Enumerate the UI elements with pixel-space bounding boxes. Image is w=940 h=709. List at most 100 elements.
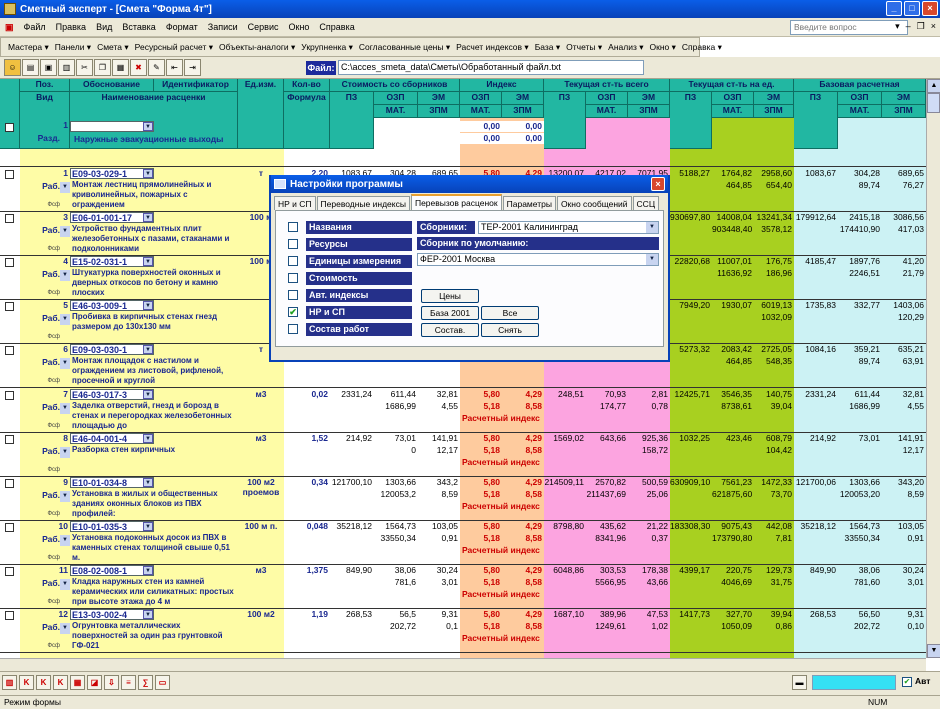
index-cell[interactable]: 5,80	[460, 477, 502, 488]
tab-recall[interactable]: Перевызов расценок	[410, 194, 502, 210]
menu2-analysis[interactable]: Анализ ▾	[605, 42, 646, 53]
rate-code[interactable]: Е09-03-030-1	[70, 344, 154, 355]
cost-cell[interactable]: 1686,99	[374, 401, 418, 412]
cost-cell[interactable]: 611,44	[838, 389, 882, 400]
cost-cell[interactable]: 1,02	[628, 621, 670, 632]
estimate-row[interactable]: 9 Раб. ▼ Фсф Е10-01-034-8 ▼ Установка в жилых …	[0, 476, 926, 521]
cost-cell[interactable]: 121700,06	[794, 477, 838, 488]
cost-cell[interactable]: 104,42	[754, 445, 794, 456]
index-cell[interactable]: 4,29	[502, 477, 544, 488]
estimate-row[interactable]: 8 Раб. ▼ Фсф Е46-04-001-4 ▼ Разборка стен кирп…	[0, 432, 926, 477]
cost-cell[interactable]: 214,92	[794, 433, 838, 444]
cost-cell[interactable]: 1569,02	[544, 433, 586, 444]
menu2-help[interactable]: Справка ▾	[679, 42, 725, 53]
graph-icon[interactable]: ◪	[87, 675, 102, 690]
cost-cell[interactable]: 202,72	[838, 621, 882, 632]
cost-cell[interactable]: 211437,69	[586, 489, 628, 500]
smile-icon[interactable]: ☺	[4, 59, 21, 76]
save-icon[interactable]: ▣	[40, 59, 57, 76]
cost-cell[interactable]: 141,91	[882, 433, 926, 444]
cost-cell[interactable]: 1032,25	[670, 433, 712, 444]
prices-button[interactable]: Цены	[421, 289, 479, 303]
file-path-field[interactable]: C:\acces_smeta_data\Сметы\Обработанный ф…	[338, 60, 644, 75]
composition-button[interactable]: Состав.	[421, 323, 479, 337]
cost-cell[interactable]: 1472,33	[754, 477, 794, 488]
cost-cell[interactable]: 4,55	[418, 401, 460, 412]
rate-code[interactable]: Е08-02-008-1	[70, 565, 154, 576]
index-cell[interactable]: 4,29	[502, 521, 544, 532]
cost-cell[interactable]: 4046,69	[712, 577, 754, 588]
rate-code[interactable]: Е46-03-017-3	[70, 389, 154, 400]
sborniki-select[interactable]: ТЕР-2001 Калининград ▼	[478, 221, 659, 234]
cost-cell[interactable]: 39,04	[754, 401, 794, 412]
chevron-down-icon[interactable]: ▼	[60, 535, 70, 546]
cost-cell[interactable]: 7561,23	[712, 477, 754, 488]
cost-cell[interactable]: 5188,27	[670, 168, 712, 179]
folder-icon[interactable]: ▭	[155, 675, 170, 690]
base-2001-button[interactable]: База 2001	[421, 306, 479, 320]
export-icon[interactable]: ▥	[58, 59, 75, 76]
cost-cell[interactable]: 32,81	[418, 389, 460, 400]
delete-icon[interactable]: ✖	[130, 59, 147, 76]
estimate-row[interactable]: 10 Раб. ▼ Фсф Е10-01-035-3 ▼ Установка подокон…	[0, 520, 926, 565]
download-icon[interactable]: ⇩	[104, 675, 119, 690]
cost-cell[interactable]: 2246,51	[838, 268, 882, 279]
index-cell[interactable]: 8,58	[502, 489, 544, 500]
cost-cell[interactable]: 304,28	[838, 168, 882, 179]
close-button[interactable]: ×	[922, 1, 938, 16]
cost-cell[interactable]: 500,59	[628, 477, 670, 488]
menu-file[interactable]: Файл	[19, 22, 51, 32]
row-select-checkbox[interactable]	[5, 258, 14, 267]
rate-code[interactable]: Е09-03-029-1	[70, 168, 154, 179]
cost-cell[interactable]: 332,77	[838, 300, 882, 311]
menu2-masters[interactable]: Мастера ▾	[5, 42, 52, 53]
horizontal-scrollbar[interactable]	[0, 658, 926, 671]
cost-cell[interactable]: 8341,96	[586, 533, 628, 544]
chevron-down-icon[interactable]: ▼	[60, 270, 70, 281]
cost-cell[interactable]: 38,06	[838, 565, 882, 576]
list-icon[interactable]: ▬	[792, 675, 807, 690]
estimate-row[interactable]: 11 Раб. ▼ Фсф Е08-02-008-1 ▼ Кладка наружных с…	[0, 564, 926, 609]
cost-cell[interactable]: 1303,66	[838, 477, 882, 488]
cost-cell[interactable]: 630909,10	[670, 477, 712, 488]
menu-window[interactable]: Окно	[284, 22, 315, 32]
cost-cell[interactable]: 14008,04	[712, 212, 754, 223]
tab-nr-sp[interactable]: НР и СП	[274, 196, 316, 210]
copy-icon[interactable]: ❐	[94, 59, 111, 76]
cost-cell[interactable]: 1564,73	[374, 521, 418, 532]
estimate-row[interactable]: 12 Раб. ▼ Фсф Е13-03-002-4 ▼ Огрунтовка металл…	[0, 608, 926, 653]
doc-minimize-icon[interactable]: ▾	[895, 21, 900, 32]
cost-cell[interactable]: 2415,18	[838, 212, 882, 223]
menu-insert[interactable]: Вставка	[117, 22, 160, 32]
cut-icon[interactable]: ✂	[76, 59, 93, 76]
section-index[interactable]: 0,00	[460, 121, 502, 132]
default-select[interactable]: ФЕР-2001 Москва ▼	[417, 253, 659, 266]
cost-cell[interactable]: 33550,34	[374, 533, 418, 544]
cost-cell[interactable]: 0,37	[628, 533, 670, 544]
cost-cell[interactable]: 7,81	[754, 533, 794, 544]
cost-cell[interactable]: 9075,43	[712, 521, 754, 532]
index-cell[interactable]: 5,18	[460, 401, 502, 412]
cost-cell[interactable]: 38,06	[374, 565, 418, 576]
move-left-icon[interactable]: ⇤	[166, 59, 183, 76]
cost-cell[interactable]: 186,96	[754, 268, 794, 279]
maximize-button[interactable]: □	[904, 1, 920, 16]
menu-format[interactable]: Формат	[161, 22, 203, 32]
cost-cell[interactable]: 35218,12	[330, 521, 374, 532]
cost-cell[interactable]: 25,06	[628, 489, 670, 500]
cost-cell[interactable]: 1686,99	[838, 401, 882, 412]
chevron-down-icon[interactable]: ▼	[60, 182, 70, 193]
cost-cell[interactable]: 1897,76	[838, 256, 882, 267]
cost-cell[interactable]: 327,70	[712, 609, 754, 620]
rate-code[interactable]: Е46-03-009-1	[70, 300, 154, 311]
doc-close-icon[interactable]: ×	[931, 21, 936, 32]
cost-cell[interactable]: 1084,16	[794, 344, 838, 355]
menu-view[interactable]: Вид	[91, 22, 117, 32]
index-cell[interactable]: 4,29	[502, 565, 544, 576]
menu2-resource[interactable]: Ресурсный расчет ▾	[132, 42, 216, 53]
cost-cell[interactable]: 39,94	[754, 609, 794, 620]
quantity[interactable]: 0,048	[284, 521, 330, 532]
menu2-prices[interactable]: Согласованные цены ▾	[356, 42, 453, 53]
tab-params[interactable]: Параметры	[502, 196, 556, 210]
chevron-down-icon[interactable]: ▼	[143, 390, 153, 399]
